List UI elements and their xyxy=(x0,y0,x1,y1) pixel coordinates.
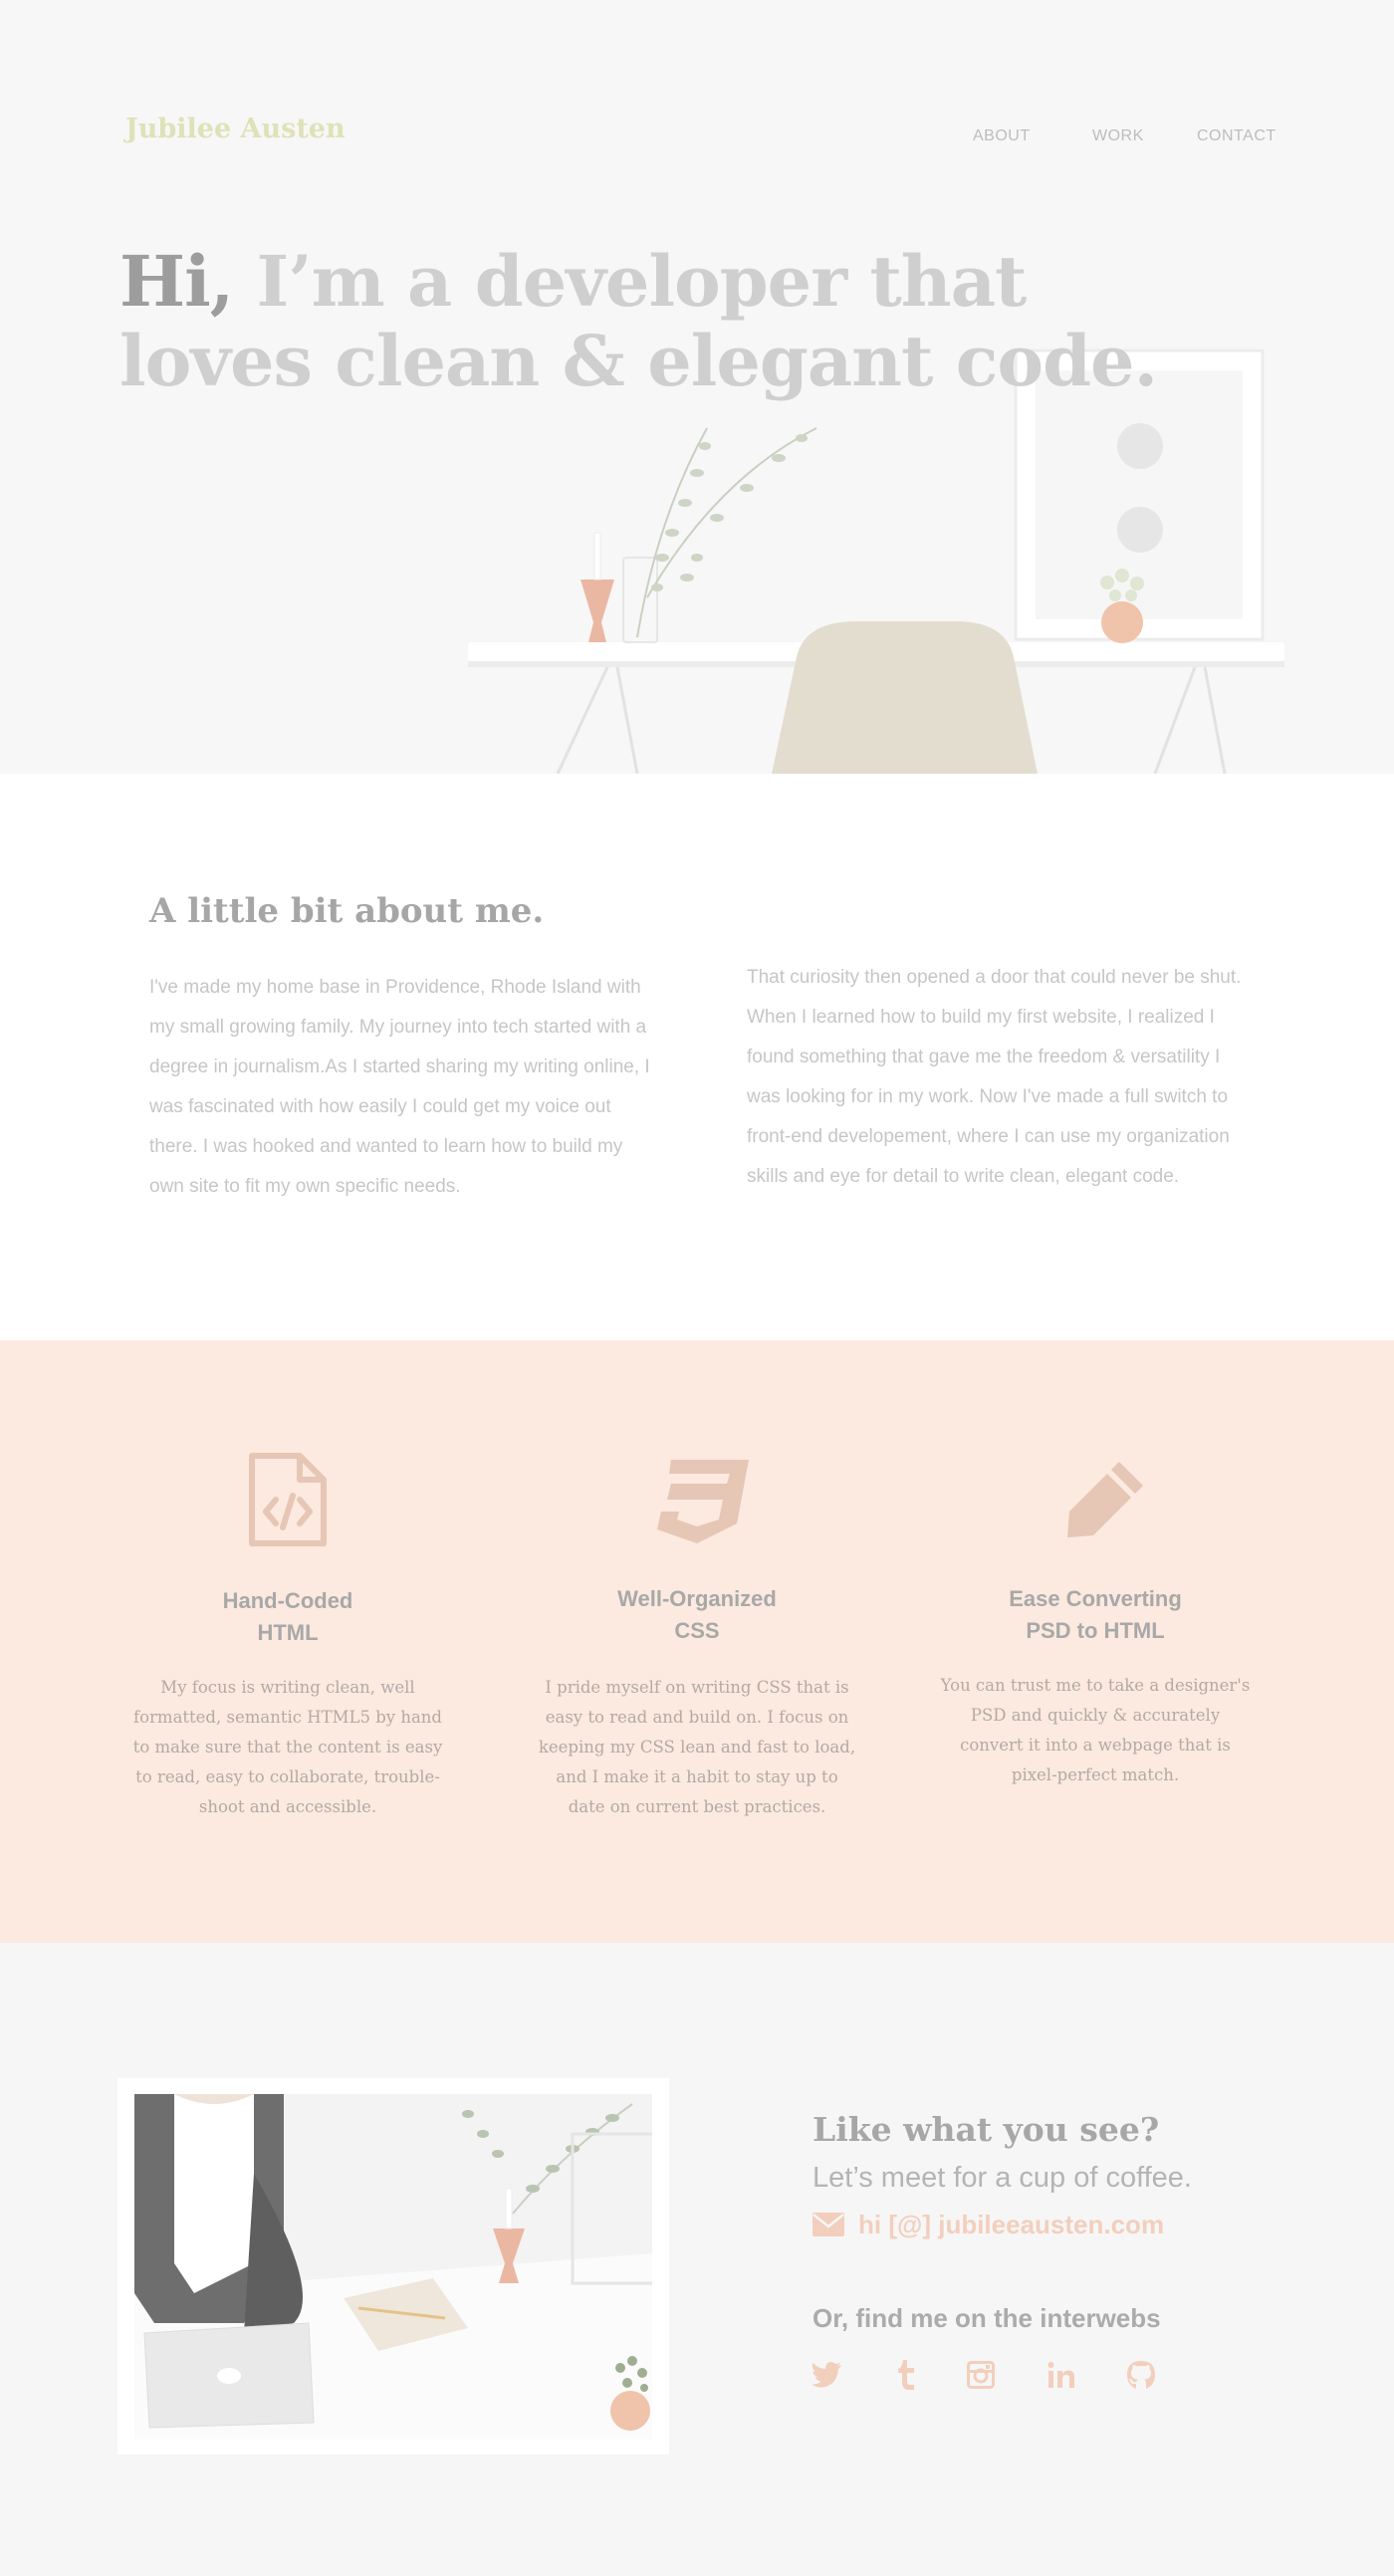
service-title-line: Hand-Coded xyxy=(222,1588,353,1613)
contact-section: Like what you see? Let’s meet for a cup … xyxy=(0,1943,1394,2576)
hero-tagline: I’m a developer that loves clean & elega… xyxy=(119,240,1158,402)
email-link[interactable]: hi [@] jubileeausten.com xyxy=(858,2210,1164,2240)
hero-section: Jubilee Austen ABOUT WORK CONTACT Hi, I’… xyxy=(0,0,1394,774)
about-paragraph-2: That curiosity then opened a door that c… xyxy=(747,967,1242,1187)
service-card-psd: Ease Converting PSD to HTML You can trus… xyxy=(931,1340,1260,1943)
candle-holder xyxy=(581,580,614,642)
service-title-css: Well-Organized CSS xyxy=(533,1583,861,1647)
desk-leg xyxy=(1153,666,1197,774)
service-title-line: PSD to HTML xyxy=(1026,1618,1165,1643)
nav-work-link[interactable]: WORK xyxy=(1092,127,1144,145)
about-paragraph-1: I've made my home base in Providence, Rh… xyxy=(149,977,650,1197)
html-file-icon xyxy=(249,1453,327,1546)
social-title: Or, find me on the interwebs xyxy=(813,2303,1161,2333)
brand-logo[interactable]: Jubilee Austen xyxy=(125,114,346,144)
copper-pot xyxy=(1101,601,1143,643)
workspace-photo-image xyxy=(134,2094,652,2440)
twitter-icon[interactable] xyxy=(809,2357,844,2393)
linkedin-icon[interactable] xyxy=(1044,2357,1079,2393)
service-card-css: Well-Organized CSS I pride myself on wri… xyxy=(533,1340,861,1943)
service-desc-psd: You can trust me to take a designer's PS… xyxy=(940,1676,1251,1784)
tumblr-icon[interactable] xyxy=(888,2357,924,2393)
nav-contact-link[interactable]: CONTACT xyxy=(1197,127,1277,145)
service-title-line: Well-Organized xyxy=(617,1586,777,1611)
workspace-photo xyxy=(134,2094,652,2440)
pencil-icon xyxy=(1067,1462,1143,1537)
eucalyptus-stem xyxy=(646,427,817,598)
service-title-html: Hand-Coded HTML xyxy=(123,1585,452,1649)
chair xyxy=(772,621,1038,774)
desk-leg xyxy=(556,666,609,774)
service-desc-css: I pride myself on writing CSS that is ea… xyxy=(538,1678,856,1816)
cta-subtitle: Let’s meet for a cup of coffee. xyxy=(813,2162,1192,2194)
services-section: Hand-Coded HTML My focus is writing clea… xyxy=(0,1340,1394,1943)
cta-title: Like what you see? xyxy=(813,2110,1160,2149)
photo-frame xyxy=(117,2078,669,2455)
github-icon[interactable] xyxy=(1123,2357,1159,2393)
hero-headline: Hi, I’m a developer that loves clean & e… xyxy=(119,242,1165,401)
candle xyxy=(593,532,601,581)
service-desc-html: My focus is writing clean, well formatte… xyxy=(132,1678,443,1816)
email-row[interactable]: hi [@] jubileeausten.com xyxy=(813,2208,1164,2241)
about-title: A little bit about me. xyxy=(149,891,545,931)
nav-about-link[interactable]: ABOUT xyxy=(973,127,1031,145)
picture-circle xyxy=(1117,423,1163,469)
service-title-line: HTML xyxy=(257,1620,319,1645)
service-title-psd: Ease Converting PSD to HTML xyxy=(931,1583,1260,1647)
hero-greeting: Hi, xyxy=(119,240,234,323)
service-title-line: Ease Converting xyxy=(1009,1586,1182,1611)
desk-leg xyxy=(1203,666,1227,774)
picture-circle xyxy=(1117,507,1163,553)
service-title-line: CSS xyxy=(674,1618,720,1643)
service-card-html: Hand-Coded HTML My focus is writing clea… xyxy=(123,1340,452,1943)
eucalyptus-leaves xyxy=(651,434,808,591)
desk-leg xyxy=(615,666,639,774)
envelope-icon xyxy=(813,2213,844,2236)
css3-icon xyxy=(657,1460,749,1543)
instagram-icon[interactable] xyxy=(963,2357,999,2393)
about-section: A little bit about me. I've made my home… xyxy=(0,774,1394,1340)
